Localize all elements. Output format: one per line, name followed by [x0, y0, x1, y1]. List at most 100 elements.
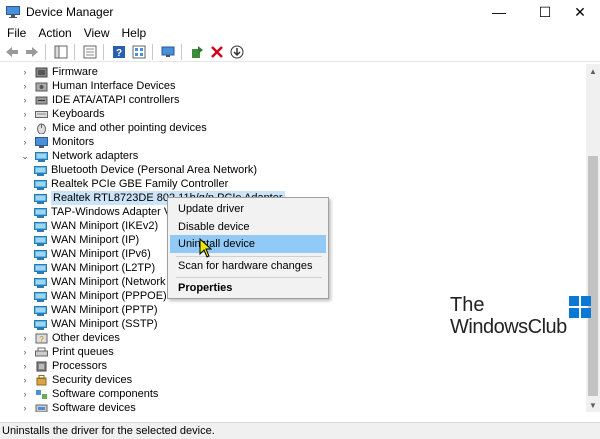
network-adapter-icon [34, 235, 47, 246]
chevron-right-icon[interactable]: › [20, 345, 30, 359]
update-driver-icon [192, 45, 203, 58]
network-adapter-icon [34, 305, 47, 316]
monitor-icon [35, 136, 48, 148]
watermark-line2: WindowsClub [450, 316, 567, 338]
forward-arrow-icon [26, 46, 38, 57]
status-bar: Uninstalls the driver for the selected d… [0, 422, 600, 439]
network-adapter-icon [34, 179, 47, 190]
tree-category-item[interactable]: › Security devices [20, 373, 133, 387]
tree-category-item[interactable]: › Monitors [20, 135, 95, 149]
close-button[interactable]: ✕ [560, 0, 600, 24]
context-item-properties[interactable]: Properties [170, 279, 326, 297]
download-button[interactable] [229, 44, 245, 60]
properties-button[interactable] [53, 44, 69, 60]
chevron-right-icon[interactable]: › [20, 401, 30, 412]
chevron-right-icon[interactable]: › [20, 331, 30, 345]
chevron-right-icon[interactable]: › [20, 79, 30, 93]
menu-bar: File Action View Help [0, 24, 600, 42]
menu-file[interactable]: File [0, 26, 32, 40]
download-icon [230, 45, 244, 58]
tree-device-item[interactable]: TAP-Windows Adapter V9 [34, 205, 177, 219]
minimize-button[interactable]: — [476, 0, 522, 24]
tree-device-item[interactable]: WAN Miniport (IPv6) [34, 247, 151, 261]
tree-item-label: Mice and other pointing devices [52, 122, 207, 134]
menu-view[interactable]: View [78, 26, 116, 40]
ide-icon [35, 96, 48, 104]
svg-text:?: ? [116, 48, 122, 59]
chevron-right-icon[interactable]: › [20, 135, 30, 149]
tree-category-item[interactable]: › Human Interface Devices [20, 79, 176, 93]
tree-device-item[interactable]: WAN Miniport (IKEv2) [34, 219, 158, 233]
tree-device-item[interactable]: Realtek PCIe GBE Family Controller [34, 177, 228, 191]
context-menu: Update driver Disable device Uninstall d… [167, 197, 329, 299]
view-icon [132, 45, 146, 58]
mouse-icon [37, 123, 46, 134]
tree-item-label: WAN Miniport (PPPOE) [51, 290, 167, 302]
toolbar-separator [74, 43, 75, 60]
tree-category-item[interactable]: › IDE ATA/ATAPI controllers [20, 93, 180, 107]
show-hide-button[interactable] [82, 44, 98, 60]
firmware-icon [35, 67, 48, 77]
context-item-update-driver[interactable]: Update driver [170, 200, 326, 218]
tree-item-label: Print queues [52, 346, 114, 358]
tree-category-item[interactable]: › Firmware [20, 65, 98, 79]
network-adapter-icon [34, 291, 47, 302]
tree-category-item[interactable]: › Software components [20, 387, 159, 401]
back-button[interactable] [4, 44, 20, 60]
chevron-right-icon[interactable]: › [20, 359, 30, 373]
tree-item-label: Bluetooth Device (Personal Area Network) [51, 164, 258, 176]
tree-item-label: TAP-Windows Adapter V9 [51, 206, 178, 218]
tree-category-item[interactable]: › Print queues [20, 345, 114, 359]
status-text: Uninstalls the driver for the selected d… [2, 425, 215, 437]
context-item-uninstall-device[interactable]: Uninstall device [170, 235, 326, 253]
network-adapter-icon [34, 277, 47, 288]
chevron-right-icon[interactable]: › [20, 373, 30, 387]
update-driver-button[interactable] [189, 44, 205, 60]
tree-device-item[interactable]: WAN Miniport (PPTP) [34, 303, 158, 317]
vertical-scrollbar[interactable]: ▲ ▼ [586, 64, 600, 412]
context-menu-separator [176, 277, 322, 278]
tree-device-item[interactable]: WAN Miniport (IP) [34, 233, 139, 247]
tree-category-item[interactable]: ›? Other devices [20, 331, 120, 345]
tree-category-item[interactable]: › Mice and other pointing devices [20, 121, 207, 135]
chevron-down-icon[interactable]: ⌄ [20, 149, 30, 163]
tree-item-label: Software components [52, 388, 159, 400]
menu-action[interactable]: Action [32, 26, 77, 40]
tree-item-label: WAN Miniport (IP) [51, 234, 140, 246]
scan-hardware-button[interactable] [160, 44, 176, 60]
uninstall-button[interactable] [209, 44, 225, 60]
printer-icon [35, 347, 48, 356]
toolbar-separator [181, 43, 182, 60]
chevron-right-icon[interactable]: › [20, 107, 30, 121]
chevron-right-icon[interactable]: › [20, 65, 30, 79]
menu-help[interactable]: Help [116, 26, 153, 40]
tree-category-item[interactable]: › Keyboards [20, 107, 105, 121]
context-item-scan-hardware[interactable]: Scan for hardware changes [170, 257, 326, 275]
tree-device-item[interactable]: WAN Miniport (SSTP) [34, 317, 158, 331]
tree-item-label: IDE ATA/ATAPI controllers [52, 94, 180, 106]
tree-category-item[interactable]: ⌄ Network adapters [20, 149, 138, 163]
mouse-cursor-icon [199, 238, 213, 258]
keyboard-icon [35, 110, 48, 118]
tree-device-item[interactable]: WAN Miniport (PPPOE) [34, 289, 167, 303]
tree-device-item[interactable]: Bluetooth Device (Personal Area Network) [34, 163, 257, 177]
properties-icon [54, 45, 68, 58]
network-adapter-icon [35, 151, 48, 162]
view-button[interactable] [131, 44, 147, 60]
tree-item-label: Network adapters [52, 150, 139, 162]
chevron-right-icon[interactable]: › [20, 387, 30, 401]
chevron-right-icon[interactable]: › [20, 93, 30, 107]
device-manager-app-icon [6, 6, 20, 18]
context-item-disable-device[interactable]: Disable device [170, 218, 326, 236]
watermark: The WindowsClub [450, 294, 600, 344]
tree-device-item[interactable]: WAN Miniport (L2TP) [34, 261, 155, 275]
other-devices-icon: ? [35, 333, 48, 344]
chevron-right-icon[interactable]: › [20, 121, 30, 135]
tree-category-item[interactable]: › Processors [20, 359, 108, 373]
scroll-up-arrow-icon[interactable]: ▲ [586, 64, 600, 78]
scrollbar-thumb[interactable] [588, 156, 598, 396]
tree-category-item[interactable]: › Software devices [20, 401, 136, 412]
scroll-down-arrow-icon[interactable]: ▼ [586, 398, 600, 412]
help-button[interactable]: ? [111, 44, 127, 60]
forward-button[interactable] [24, 44, 40, 60]
